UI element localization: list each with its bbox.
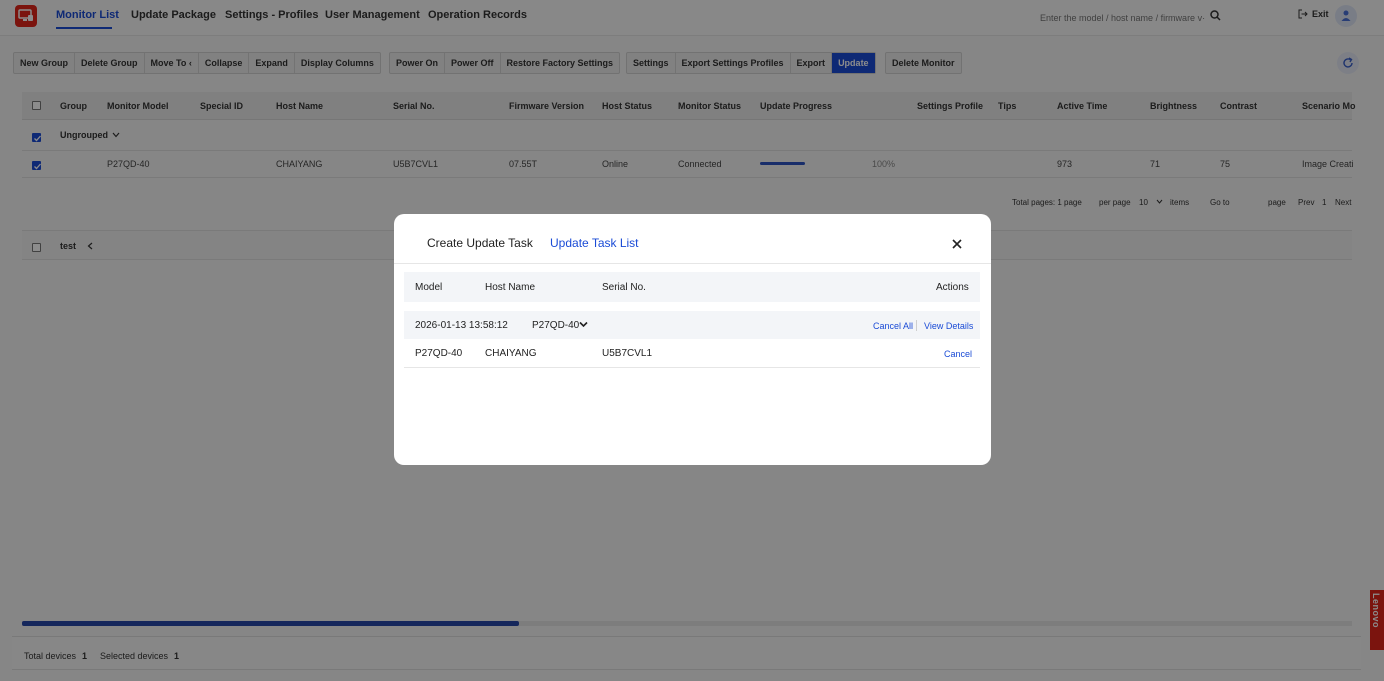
tab-update-task-list[interactable]: Update Task List (550, 236, 639, 250)
view-details-link[interactable]: View Details (924, 321, 973, 331)
task-datetime: 2026-01-13 13:58:12 (415, 320, 508, 331)
col-model: Model (415, 282, 443, 293)
task-row-model: P27QD-40 (415, 348, 463, 359)
task-row[interactable]: P27QD-40 CHAIYANG U5B7CVL1 Cancel (404, 339, 980, 368)
col-serial-no: Serial No. (602, 282, 646, 293)
task-row-host: CHAIYANG (485, 348, 537, 359)
col-actions: Actions (936, 282, 969, 293)
tab-create-update-task[interactable]: Create Update Task (427, 236, 533, 250)
cancel-all-link[interactable]: Cancel All (873, 321, 913, 331)
col-host-name: Host Name (485, 282, 536, 293)
task-row-serial: U5B7CVL1 (602, 348, 653, 359)
update-task-modal: Create Update Task Update Task List Mode… (394, 214, 991, 465)
task-model: P27QD-40 (532, 320, 580, 331)
close-icon[interactable] (950, 237, 964, 251)
action-separator (916, 320, 917, 331)
task-table-header: Model Host Name Serial No. Actions (404, 272, 980, 302)
chevron-down-icon[interactable] (579, 321, 588, 328)
cancel-link[interactable]: Cancel (944, 349, 972, 359)
modal-divider (394, 263, 991, 264)
task-group-row[interactable]: 2026-01-13 13:58:12 P27QD-40 Cancel All … (404, 311, 980, 339)
